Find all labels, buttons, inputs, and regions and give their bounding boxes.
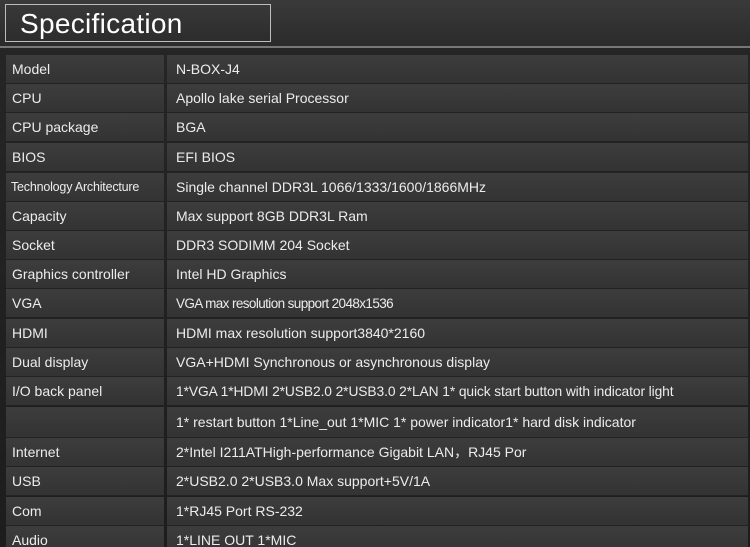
spec-row-usb: USB 2*USB2.0 2*USB3.0 Max support+5V/1A	[6, 467, 748, 496]
spec-value: Max support 8GB DDR3L Ram	[167, 202, 748, 231]
spec-row-capacity: Capacity Max support 8GB DDR3L Ram	[6, 202, 748, 231]
spec-row-vga: VGA VGA max resolution support 2048x1536	[6, 289, 748, 318]
spec-value: BGA	[167, 113, 748, 142]
spec-label: Internet	[6, 438, 164, 467]
spec-value: N-BOX-J4	[167, 55, 748, 84]
spec-value: 1*VGA 1*HDMI 2*USB2.0 2*USB3.0 2*LAN 1* …	[167, 377, 748, 406]
page-title: Specification	[20, 8, 183, 39]
spec-label: Capacity	[6, 202, 164, 231]
title-box: Specification	[5, 4, 271, 42]
spec-row-model: Model N-BOX-J4	[6, 55, 748, 84]
spec-value: HDMI max resolution support3840*2160	[167, 319, 748, 348]
spec-label	[6, 407, 164, 438]
spec-value: 2*USB2.0 2*USB3.0 Max support+5V/1A	[167, 467, 748, 496]
spec-row-graphics-controller: Graphics controller Intel HD Graphics	[6, 260, 748, 289]
spec-row-cpu-package: CPU package BGA	[6, 113, 748, 142]
spec-row-cpu: CPU Apollo lake serial Processor	[6, 84, 748, 113]
spec-row-technology-architecture: Technology Architecture Single channel D…	[6, 173, 748, 202]
spec-value: 1*RJ45 Port RS-232	[167, 497, 748, 526]
spec-value: 2*Intel I211ATHigh-performance Gigabit L…	[167, 438, 748, 467]
spec-value: VGA max resolution support 2048x1536	[167, 289, 748, 318]
spec-value: VGA+HDMI Synchronous or asynchronous dis…	[167, 348, 748, 377]
spec-value: Single channel DDR3L 1066/1333/1600/1866…	[167, 173, 748, 202]
spec-value: Intel HD Graphics	[167, 260, 748, 289]
spec-label: Graphics controller	[6, 260, 164, 289]
spec-label: Audio	[6, 526, 164, 547]
spec-label: HDMI	[6, 319, 164, 348]
spec-value: DDR3 SODIMM 204 Socket	[167, 231, 748, 260]
spec-label: VGA	[6, 289, 164, 318]
spec-label: CPU package	[6, 113, 164, 142]
spec-row-io-back-panel-continued: 1* restart button 1*Line_out 1*MIC 1* po…	[6, 407, 748, 438]
spec-value: 1* restart button 1*Line_out 1*MIC 1* po…	[167, 407, 748, 438]
spec-value: EFI BIOS	[167, 143, 748, 172]
spec-label: Socket	[6, 231, 164, 260]
spec-label: Com	[6, 497, 164, 526]
spec-row-io-back-panel: I/O back panel 1*VGA 1*HDMI 2*USB2.0 2*U…	[6, 377, 748, 406]
spec-label: BIOS	[6, 143, 164, 172]
spec-value: 1*LINE OUT 1*MIC	[167, 526, 748, 547]
spec-label: I/O back panel	[6, 377, 164, 406]
header-bar: Specification	[0, 0, 750, 48]
spec-label: Model	[6, 55, 164, 84]
spec-row-dual-display: Dual display VGA+HDMI Synchronous or asy…	[6, 348, 748, 377]
header-divider	[0, 46, 750, 48]
spec-row-bios: BIOS EFI BIOS	[6, 143, 748, 172]
spec-label: Technology Architecture	[6, 173, 164, 202]
spec-row-audio: Audio 1*LINE OUT 1*MIC	[6, 526, 748, 547]
spec-row-hdmi: HDMI HDMI max resolution support3840*216…	[6, 319, 748, 348]
spec-value: Apollo lake serial Processor	[167, 84, 748, 113]
spec-page: Specification Model N-BOX-J4 CPU Apollo …	[0, 0, 750, 547]
spec-row-com: Com 1*RJ45 Port RS-232	[6, 497, 748, 526]
spec-label: CPU	[6, 84, 164, 113]
spec-label: Dual display	[6, 348, 164, 377]
spec-row-internet: Internet 2*Intel I211ATHigh-performance …	[6, 438, 748, 467]
spec-label: USB	[6, 467, 164, 496]
spec-row-socket: Socket DDR3 SODIMM 204 Socket	[6, 231, 748, 260]
